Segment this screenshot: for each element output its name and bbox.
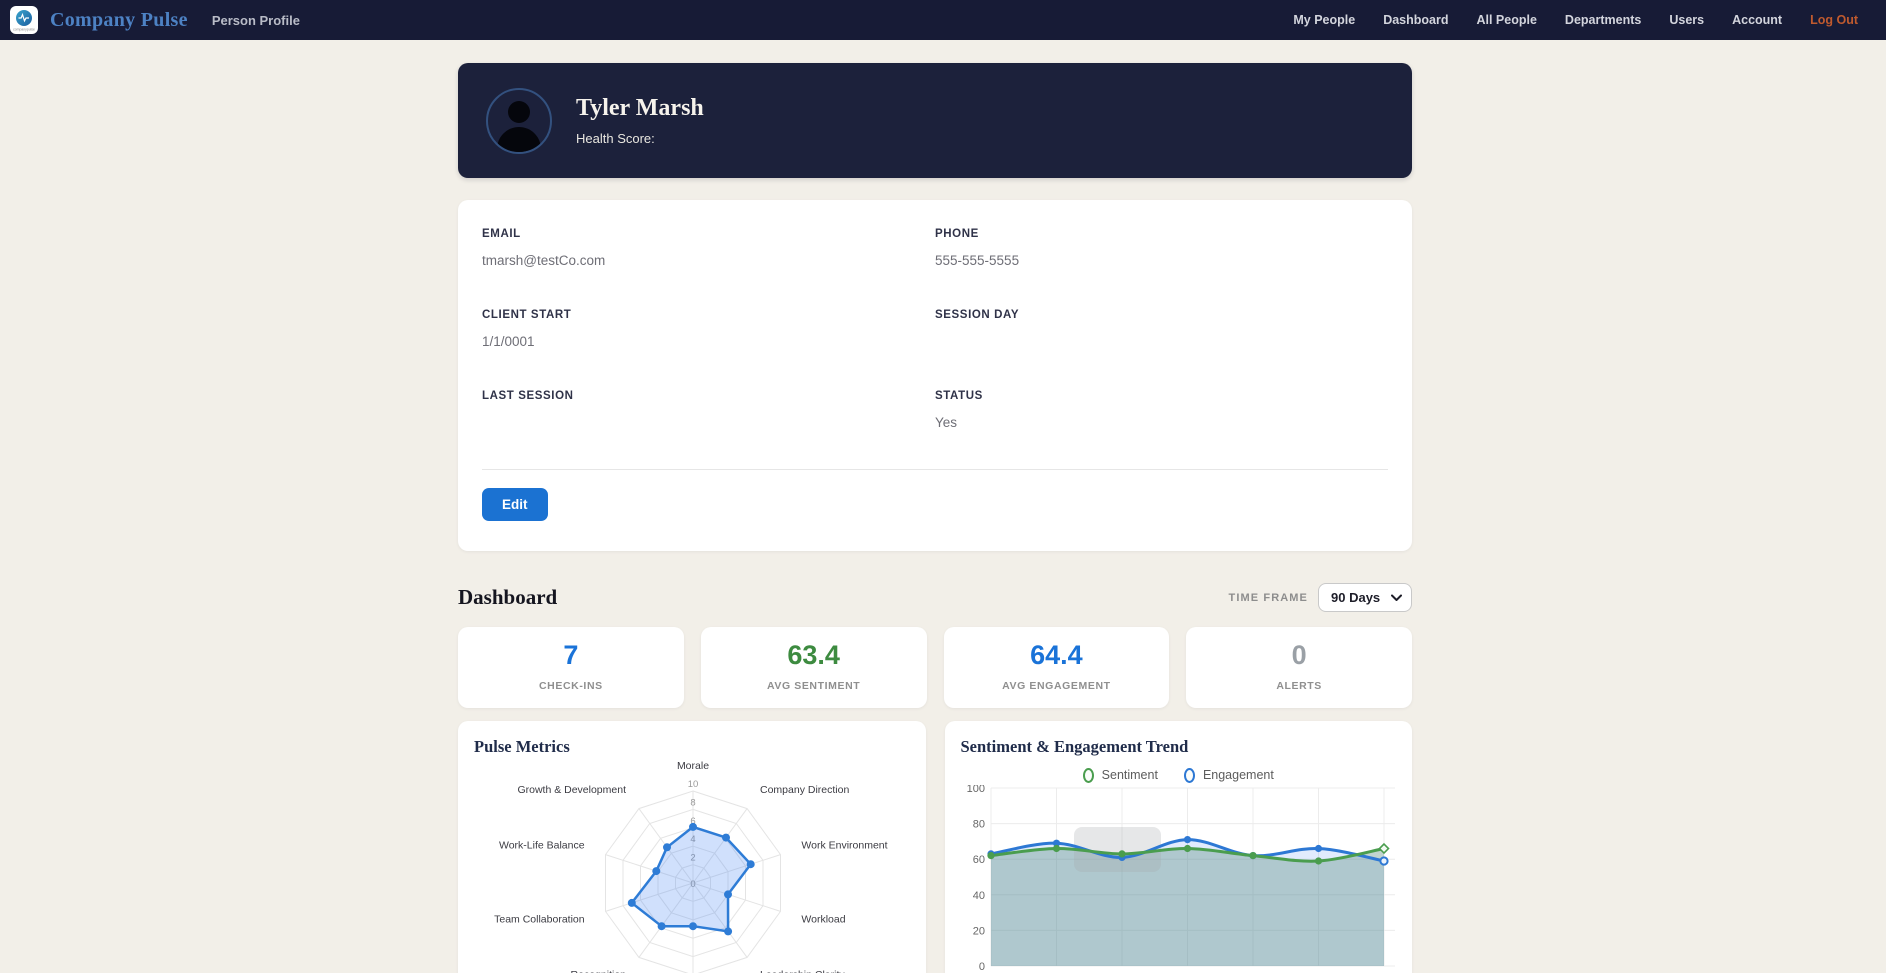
trend-chart-title: Sentiment & Engagement Trend	[961, 737, 1397, 757]
field-value: tmarsh@testCo.com	[482, 253, 935, 269]
field-session-day: SESSION DAY	[935, 309, 1388, 350]
dashboard-title: Dashboard	[458, 585, 557, 610]
logo-wordmark: companypulse	[13, 27, 35, 31]
field-status: STATUS Yes	[935, 390, 1388, 431]
profile-header-card: Tyler Marsh Health Score:	[458, 63, 1412, 178]
svg-text:8: 8	[690, 797, 695, 808]
company-pulse-logo-icon: companypulse	[10, 6, 38, 34]
field-label: LAST SESSION	[482, 390, 935, 402]
svg-text:Leadership Clarity: Leadership Clarity	[760, 969, 845, 973]
stat-value: 64.4	[944, 640, 1170, 671]
nav-item-account[interactable]: Account	[1732, 13, 1782, 27]
field-label: EMAIL	[482, 228, 935, 240]
trend-chart-card: Sentiment & Engagement Trend Sentiment E…	[945, 721, 1413, 973]
current-page-title: Person Profile	[212, 13, 300, 28]
time-frame-select[interactable]: 90 Days	[1319, 584, 1411, 611]
trend-legend: Sentiment Engagement	[961, 765, 1397, 785]
person-name: Tyler Marsh	[576, 95, 704, 122]
time-frame-label: TIME FRAME	[1229, 592, 1308, 604]
stat-value: 7	[458, 640, 684, 671]
avatar	[486, 88, 552, 154]
legend-label: Engagement	[1203, 768, 1274, 782]
field-label: SESSION DAY	[935, 309, 1388, 321]
stat-label: AVG ENGAGEMENT	[944, 680, 1170, 692]
svg-text:Workload: Workload	[801, 913, 845, 925]
pulse-metrics-card: Pulse Metrics 0246810MoraleCompany Direc…	[458, 721, 926, 973]
svg-text:80: 80	[972, 819, 984, 831]
svg-text:Recognition: Recognition	[571, 969, 627, 973]
svg-text:Work-Life Balance: Work-Life Balance	[499, 840, 585, 852]
nav-item-departments[interactable]: Departments	[1565, 13, 1641, 27]
engagement-legend-marker-icon	[1184, 768, 1195, 783]
svg-text:Growth & Development: Growth & Development	[517, 784, 626, 796]
field-phone: PHONE 555-555-5555	[935, 228, 1388, 269]
field-value	[482, 415, 935, 431]
dashboard-header: Dashboard TIME FRAME 90 Days	[458, 583, 1412, 612]
field-label: STATUS	[935, 390, 1388, 402]
legend-label: Sentiment	[1102, 768, 1158, 782]
field-value: 1/1/0001	[482, 334, 935, 350]
stat-label: AVG SENTIMENT	[701, 680, 927, 692]
svg-text:10: 10	[688, 779, 699, 790]
stat-label: CHECK-INS	[458, 680, 684, 692]
pulse-metrics-title: Pulse Metrics	[474, 737, 910, 757]
legend-item-sentiment[interactable]: Sentiment	[1083, 768, 1158, 783]
stat-card-avg-engagement: 64.4 AVG ENGAGEMENT	[944, 627, 1170, 708]
field-value	[935, 334, 1388, 350]
stat-card-check-ins: 7 CHECK-INS	[458, 627, 684, 708]
stat-value: 0	[1186, 640, 1412, 671]
charts-row: Pulse Metrics 0246810MoraleCompany Direc…	[458, 721, 1412, 973]
svg-text:40: 40	[972, 890, 984, 902]
field-label: CLIENT START	[482, 309, 935, 321]
brand-name[interactable]: Company Pulse	[50, 9, 188, 32]
health-score-label: Health Score:	[576, 131, 704, 146]
sentiment-legend-marker-icon	[1083, 768, 1094, 783]
svg-text:0: 0	[978, 961, 984, 973]
svg-text:Work Environment: Work Environment	[801, 840, 887, 852]
stat-value: 63.4	[701, 640, 927, 671]
nav-item-my-people[interactable]: My People	[1293, 13, 1355, 27]
nav-item-users[interactable]: Users	[1669, 13, 1704, 27]
svg-text:Company Direction: Company Direction	[760, 784, 849, 796]
field-client-start: CLIENT START 1/1/0001	[482, 309, 935, 350]
stat-card-alerts: 0 ALERTS	[1186, 627, 1412, 708]
log-out-link[interactable]: Log Out	[1810, 13, 1858, 27]
stat-label: ALERTS	[1186, 680, 1412, 692]
sentiment-engagement-line-chart: 020406080100Dec 22Jan 12Jan 26Feb 9Feb 2…	[961, 785, 1399, 973]
field-email: EMAIL tmarsh@testCo.com	[482, 228, 935, 269]
avatar-head-shape	[508, 101, 530, 123]
svg-text:Morale: Morale	[677, 760, 709, 772]
svg-text:100: 100	[966, 785, 984, 795]
svg-text:20: 20	[972, 925, 984, 937]
field-last-session: LAST SESSION	[482, 390, 935, 431]
divider	[482, 469, 1388, 470]
stat-card-avg-sentiment: 63.4 AVG SENTIMENT	[701, 627, 927, 708]
nav-item-dashboard[interactable]: Dashboard	[1383, 13, 1448, 27]
field-label: PHONE	[935, 228, 1388, 240]
nav-item-all-people[interactable]: All People	[1476, 13, 1536, 27]
stats-row: 7 CHECK-INS 63.4 AVG SENTIMENT 64.4 AVG …	[458, 627, 1412, 708]
legend-item-engagement[interactable]: Engagement	[1184, 768, 1274, 783]
pulse-metrics-radar-chart: 0246810MoraleCompany DirectionWork Envir…	[474, 757, 912, 973]
nav-links: My People Dashboard All People Departmen…	[1293, 13, 1858, 27]
contact-info-card: EMAIL tmarsh@testCo.com PHONE 555-555-55…	[458, 200, 1412, 551]
avatar-shoulders-shape	[497, 127, 541, 154]
svg-text:60: 60	[972, 854, 984, 866]
svg-text:Team Collaboration: Team Collaboration	[494, 913, 585, 925]
field-value: Yes	[935, 415, 1388, 431]
top-navbar: companypulse Company Pulse Person Profil…	[0, 0, 1886, 40]
time-frame-select-wrap: 90 Days	[1318, 583, 1412, 612]
field-value: 555-555-5555	[935, 253, 1388, 269]
edit-button[interactable]: Edit	[482, 488, 548, 521]
